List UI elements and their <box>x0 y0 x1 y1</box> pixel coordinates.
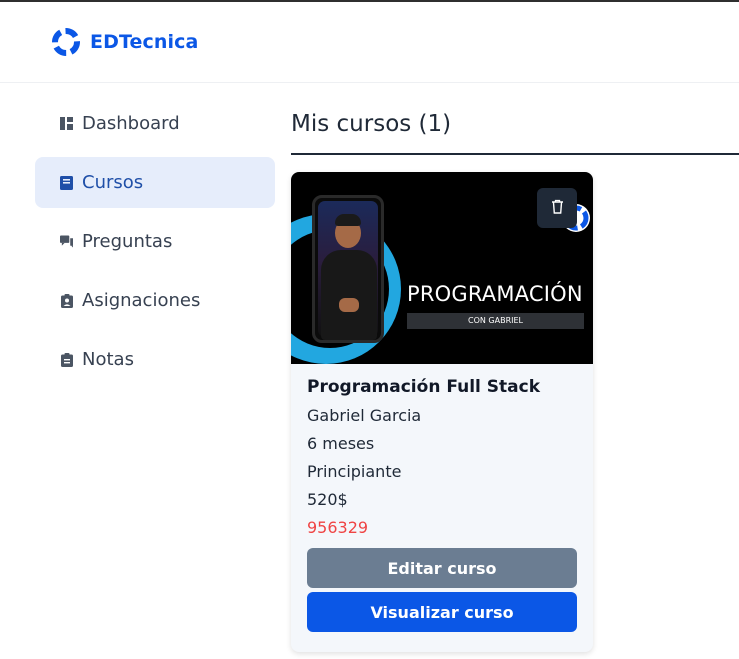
person-body <box>321 250 377 340</box>
course-level: Principiante <box>307 462 402 481</box>
dashboard-icon <box>60 117 73 130</box>
edit-course-button[interactable]: Editar curso <box>307 548 577 588</box>
sidebar-item-preguntas[interactable]: Preguntas <box>35 216 275 267</box>
sidebar-item-dashboard[interactable]: Dashboard <box>35 98 275 149</box>
title-divider <box>291 153 739 155</box>
course-instructor: Gabriel Garcia <box>307 406 422 425</box>
sidebar-item-notas[interactable]: Notas <box>35 334 275 385</box>
sidebar-item-cursos[interactable]: Cursos <box>35 157 275 208</box>
thumbnail-subline: CON GABRIEL <box>407 313 584 329</box>
delete-course-button[interactable] <box>537 188 577 228</box>
course-card: PROGRAMACIÓN CON GABRIEL Programación Fu… <box>291 172 593 652</box>
top-header: EDTecnica <box>0 2 739 83</box>
sidebar-item-label: Asignaciones <box>82 290 201 311</box>
edtecnica-logo-icon <box>50 26 82 58</box>
person-hands <box>339 298 359 312</box>
sidebar-item-label: Preguntas <box>82 231 173 252</box>
thumbnail-phone-image <box>312 195 384 343</box>
book-icon <box>60 175 73 190</box>
course-title: Programación Full Stack <box>307 377 541 397</box>
sidebar-item-label: Cursos <box>82 172 144 193</box>
sidebar-item-asignaciones[interactable]: Asignaciones <box>35 275 275 326</box>
brand-logo[interactable]: EDTecnica <box>50 26 198 58</box>
course-price: 520$ <box>307 490 348 509</box>
page-title: Mis cursos (1) <box>291 111 452 137</box>
course-code: 956329 <box>307 518 369 537</box>
view-course-button[interactable]: Visualizar curso <box>307 592 577 632</box>
sidebar-item-label: Notas <box>82 349 134 370</box>
thumbnail-headline: PROGRAMACIÓN <box>407 282 583 306</box>
chat-icon <box>60 235 73 248</box>
assignment-icon <box>60 293 73 308</box>
course-thumbnail: PROGRAMACIÓN CON GABRIEL <box>291 172 593 364</box>
brand-name: EDTecnica <box>90 31 199 53</box>
person-hair <box>335 214 361 226</box>
course-details: Programación Full Stack Gabriel Garcia 6… <box>291 364 593 632</box>
trash-icon <box>551 199 564 218</box>
course-duration: 6 meses <box>307 434 375 453</box>
sidebar: Dashboard Cursos Preguntas Asignaciones … <box>35 98 275 393</box>
clipboard-icon <box>60 352 73 367</box>
sidebar-item-label: Dashboard <box>82 113 180 134</box>
